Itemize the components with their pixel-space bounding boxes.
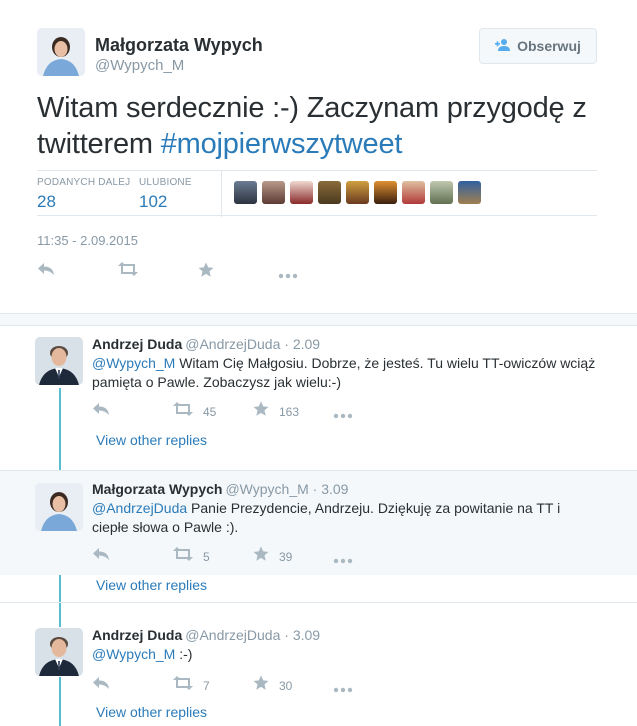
main-tweet: Małgorzata Wypych @Wypych_M Obserwuj Wit… <box>0 0 637 314</box>
author-handle[interactable]: @Wypych_M <box>95 57 184 74</box>
reply-author-name[interactable]: Andrzej Duda <box>92 336 182 352</box>
reply-author: Andrzej Duda @AndrzejDuda · 2.09 <box>92 336 320 352</box>
more-button[interactable] <box>333 406 353 424</box>
mention-link[interactable]: @AndrzejDuda <box>92 500 187 516</box>
reply-text: @Wypych_M :-) <box>92 645 612 664</box>
reply-button[interactable] <box>37 262 55 281</box>
follow-label: Obserwuj <box>517 38 581 54</box>
tweet-text: Witam serdecznie :-) Zaczynam przygodę z… <box>37 90 617 162</box>
retweet-icon <box>118 262 138 281</box>
likes-count: 102 <box>139 192 168 211</box>
star-icon <box>253 546 269 567</box>
reply-button[interactable] <box>92 402 110 421</box>
like-count: 39 <box>279 549 293 564</box>
view-other-replies-link[interactable]: View other replies <box>96 704 207 720</box>
reply-avatar[interactable] <box>35 337 83 385</box>
retweet-button[interactable]: 7 <box>173 676 210 695</box>
retweet-button[interactable]: 45 <box>173 402 216 421</box>
liker-avatar[interactable] <box>402 181 425 204</box>
retweets-count: 28 <box>37 192 56 211</box>
reply-author-name[interactable]: Andrzej Duda <box>92 627 182 643</box>
reply-button[interactable] <box>92 547 110 566</box>
retweets-label: PODANYCH DALEJ <box>37 177 131 188</box>
reply-tweet[interactable]: Andrzej Duda @AndrzejDuda · 3.09 @Wypych_… <box>0 603 637 726</box>
retweet-count: 7 <box>203 678 210 693</box>
author-name[interactable]: Małgorzata Wypych <box>95 35 263 56</box>
more-icon <box>333 680 353 698</box>
liker-avatar[interactable] <box>318 181 341 204</box>
liker-avatar[interactable] <box>262 181 285 204</box>
reply-text: @Wypych_M Witam Cię Małgosiu. Dobrze, że… <box>92 354 612 392</box>
star-icon <box>253 675 269 696</box>
reply-meta[interactable]: @AndrzejDuda · 3.09 <box>185 627 320 643</box>
reply-meta[interactable]: @Wypych_M · 3.09 <box>225 481 348 497</box>
reply-button[interactable] <box>92 676 110 695</box>
reply-icon <box>37 262 55 281</box>
reply-icon <box>92 547 110 566</box>
stats-divider <box>221 171 222 217</box>
more-button[interactable] <box>278 266 298 284</box>
like-count: 30 <box>279 678 293 693</box>
retweets-stat[interactable]: PODANYCH DALEJ 28 <box>37 177 130 212</box>
likes-label: ULUBIONE <box>139 177 192 188</box>
liker-avatar[interactable] <box>374 181 397 204</box>
add-user-icon <box>495 38 511 55</box>
more-icon <box>278 266 298 284</box>
reply-avatar[interactable] <box>35 483 83 531</box>
retweet-count: 45 <box>203 404 217 419</box>
star-icon <box>253 401 269 422</box>
retweet-icon <box>173 676 193 695</box>
reply-author-name[interactable]: Małgorzata Wypych <box>92 481 222 497</box>
reply-tweet[interactable]: Andrzej Duda @AndrzejDuda · 2.09 @Wypych_… <box>0 327 637 470</box>
follow-button[interactable]: Obserwuj <box>479 28 597 64</box>
retweet-button[interactable] <box>118 262 138 281</box>
tweet-stats: PODANYCH DALEJ 28 ULUBIONE 102 <box>37 170 597 217</box>
mention-link[interactable]: @Wypych_M <box>92 355 175 371</box>
reply-tweet[interactable]: Małgorzata Wypych @Wypych_M · 3.09 @Andrz… <box>0 471 637 575</box>
retweet-button[interactable]: 5 <box>173 547 210 566</box>
star-icon <box>198 262 214 283</box>
more-icon <box>333 551 353 569</box>
like-button[interactable]: 30 <box>253 675 292 696</box>
reply-icon <box>92 676 110 695</box>
author-avatar[interactable] <box>37 28 85 76</box>
view-other-replies-link[interactable]: View other replies <box>96 577 207 593</box>
like-button[interactable]: 163 <box>253 401 299 422</box>
like-count: 163 <box>279 404 300 419</box>
like-button[interactable] <box>198 262 214 283</box>
reply-author: Andrzej Duda @AndrzejDuda · 3.09 <box>92 627 320 643</box>
like-button[interactable]: 39 <box>253 546 292 567</box>
liker-avatar[interactable] <box>458 181 481 204</box>
liker-avatar[interactable] <box>430 181 453 204</box>
liker-avatar[interactable] <box>346 181 369 204</box>
section-gap <box>0 314 637 326</box>
liker-avatar[interactable] <box>290 181 313 204</box>
reply-author: Małgorzata Wypych @Wypych_M · 3.09 <box>92 481 348 497</box>
hashtag-link[interactable]: #mojpierwszytweet <box>161 128 403 160</box>
retweet-icon <box>173 547 193 566</box>
tweet-timestamp[interactable]: 11:35 - 2.09.2015 <box>37 233 138 248</box>
retweet-count: 5 <box>203 549 210 564</box>
view-other-replies-link[interactable]: View other replies <box>96 432 207 448</box>
more-icon <box>333 406 353 424</box>
mention-link[interactable]: @Wypych_M <box>92 646 175 662</box>
more-button[interactable] <box>333 551 353 569</box>
reply-text: @AndrzejDuda Panie Prezydencie, Andrzeju… <box>92 499 572 537</box>
more-button[interactable] <box>333 680 353 698</box>
liker-avatar[interactable] <box>234 181 257 204</box>
retweet-icon <box>173 402 193 421</box>
reply-meta[interactable]: @AndrzejDuda · 2.09 <box>185 336 320 352</box>
reply-icon <box>92 402 110 421</box>
reply-body: :-) <box>175 646 193 662</box>
likes-stat[interactable]: ULUBIONE 102 <box>139 177 192 212</box>
liker-avatars <box>234 181 481 204</box>
reply-avatar[interactable] <box>35 628 83 676</box>
